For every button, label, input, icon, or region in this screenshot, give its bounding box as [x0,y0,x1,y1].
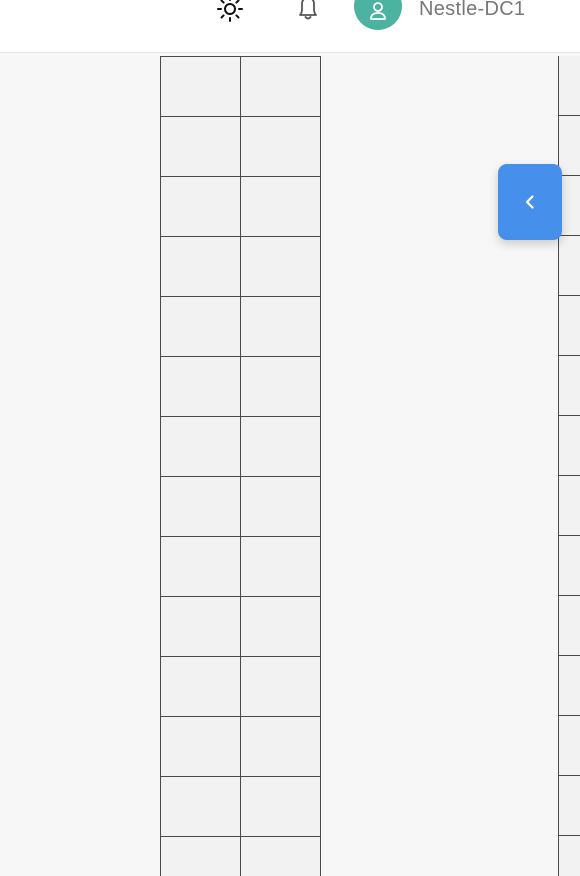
grid-cell[interactable] [559,836,580,876]
grid-cell[interactable] [241,177,321,237]
grid-cell[interactable] [559,776,580,836]
grid-cell[interactable] [241,417,321,477]
grid-cell[interactable] [559,296,580,356]
grid-cell[interactable] [241,537,321,597]
grid-cell[interactable] [241,597,321,657]
grid-cell[interactable] [559,416,580,476]
grid-cell[interactable] [559,476,580,536]
grid-cell[interactable] [161,537,241,597]
sun-icon[interactable] [215,0,245,24]
grid-cell[interactable] [161,657,241,717]
grid-cell[interactable] [161,117,241,177]
slot-grid [160,56,321,876]
grid-cell[interactable] [559,596,580,656]
user-icon [370,2,386,20]
grid-cell[interactable] [161,57,241,117]
top-header: Nestle-DC1 [0,0,580,53]
grid-cell[interactable] [161,477,241,537]
grid-cell[interactable] [161,177,241,237]
grid-cell[interactable] [241,57,321,117]
grid-cell[interactable] [241,657,321,717]
grid-cell[interactable] [241,297,321,357]
grid-cell[interactable] [559,176,580,236]
grid-cell[interactable] [559,116,580,176]
grid-cell[interactable] [161,597,241,657]
layout-workspace [0,54,580,876]
grid-cell[interactable] [241,117,321,177]
grid-cell[interactable] [161,837,241,876]
grid-cell[interactable] [559,56,580,116]
username-label[interactable]: Nestle-DC1 [419,0,525,21]
grid-cell[interactable] [241,717,321,777]
grid-cell[interactable] [161,417,241,477]
collapse-sidebar-button[interactable] [498,164,562,240]
grid-cell[interactable] [559,716,580,776]
grid-cell[interactable] [161,297,241,357]
grid-cell[interactable] [241,237,321,297]
grid-cell[interactable] [161,237,241,297]
grid-cell[interactable] [161,357,241,417]
grid-cell[interactable] [559,656,580,716]
chevron-left-icon [525,195,534,209]
grid-cell[interactable] [559,236,580,296]
grid-cell[interactable] [161,777,241,837]
grid-cell[interactable] [161,717,241,777]
bell-icon[interactable] [293,0,323,24]
grid-cell[interactable] [241,837,321,876]
grid-cell[interactable] [241,777,321,837]
grid-cell[interactable] [559,536,580,596]
grid-cell[interactable] [241,357,321,417]
grid-cell[interactable] [559,356,580,416]
avatar[interactable] [354,0,402,30]
grid-cell[interactable] [241,477,321,537]
